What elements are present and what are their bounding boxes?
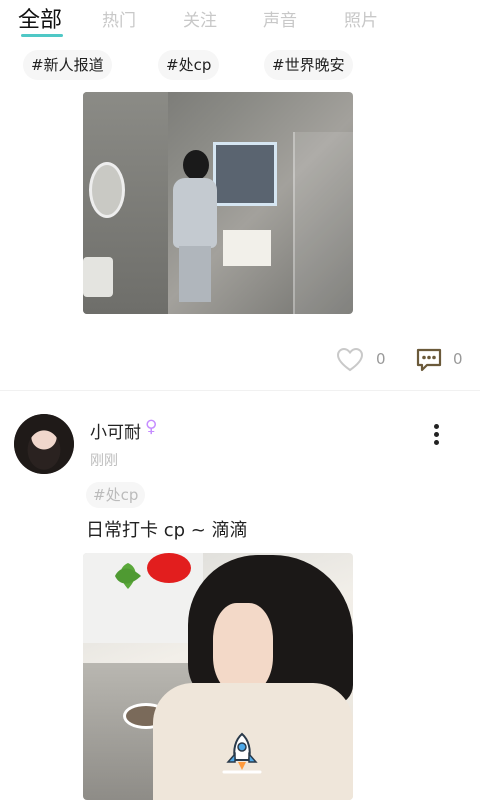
more-options-button[interactable]: [424, 420, 448, 450]
post-reactions: 0 0: [0, 346, 480, 376]
post-divider: [0, 390, 480, 391]
active-tab-indicator: [21, 34, 63, 37]
chat-bubble-icon[interactable]: [415, 346, 443, 374]
post-text: 日常打卡 cp ~ 滴滴: [86, 520, 248, 541]
post-photo[interactable]: [83, 92, 353, 314]
hashtag-chips: #新人报道 #处cp #世界晚安: [0, 50, 480, 84]
female-icon: ♀: [145, 417, 158, 437]
hashtag-chip[interactable]: #新人报道: [23, 50, 112, 80]
like-count: 0: [376, 350, 386, 368]
comment-count: 0: [453, 350, 463, 368]
tab-photos[interactable]: 照片: [344, 6, 378, 31]
tab-voice[interactable]: 声音: [263, 6, 297, 31]
feed-screen: 全部 热门 关注 声音 照片 #新人报道 #处cp #世界晚安 0 0 小可耐 …: [0, 0, 480, 800]
post-timestamp: 刚刚: [90, 453, 118, 469]
flower-sticker-icon: [147, 553, 191, 583]
tab-all[interactable]: 全部: [18, 2, 62, 34]
hashtag-chip[interactable]: #世界晚安: [264, 50, 353, 80]
category-tabs: 全部 热门 关注 声音 照片: [0, 0, 480, 42]
username[interactable]: 小可耐: [90, 418, 141, 443]
tab-following[interactable]: 关注: [183, 6, 217, 31]
vertical-dots-icon: [434, 424, 439, 429]
tab-hot[interactable]: 热门: [102, 6, 136, 31]
hashtag-chip[interactable]: #处cp: [158, 50, 220, 80]
avatar[interactable]: [14, 414, 74, 474]
rocket-icon[interactable]: [218, 730, 266, 778]
heart-outline-icon[interactable]: [336, 346, 364, 374]
leaf-sticker-icon: [115, 563, 141, 589]
post-hashtag[interactable]: #处cp: [86, 482, 146, 508]
